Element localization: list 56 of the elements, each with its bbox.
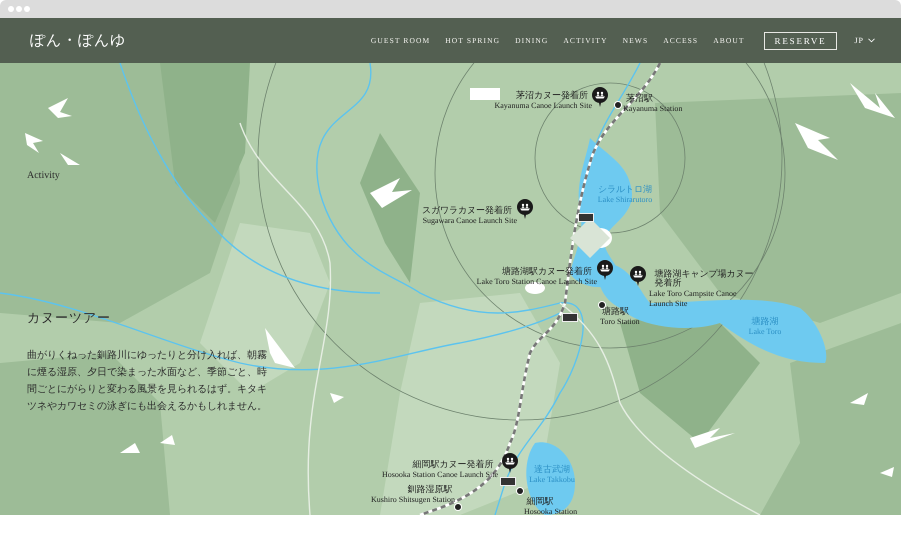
place-name-english: Toro Station [600,317,640,327]
section-label: Activity [27,170,61,181]
bird-icon [120,443,140,453]
place-name: 釧路湿原駅 [408,486,452,494]
canoe-pin-icon[interactable] [592,87,608,107]
bird-icon [795,123,838,160]
route-sign-icon [562,313,578,322]
place-name-english: Hosooka Station [524,507,578,515]
place-name: 塘路湖 [752,318,778,326]
window-dots-icon [8,6,30,12]
bird-icon [160,435,175,445]
place-name: 細岡駅 [526,498,555,506]
place-name-english: Lake Toro Campsite Canoe Launch Site [649,289,738,309]
bird-icon [850,393,868,405]
bird-icon [48,98,72,118]
bird-icon [370,178,412,208]
place-name: 茅沼カヌー発着所 [516,92,588,100]
station-marker-icon [599,302,605,308]
reserve-button[interactable]: RESERVE [764,32,838,50]
place-name: 達古武湖 [534,466,570,474]
place-name: 茅沼駅 [626,94,654,104]
place-name-english: Lake Toro Station Canoe Launch Site [476,277,597,287]
place-name: 塘路湖駅カヌー発着所 [502,268,592,276]
route-sign-icon [578,213,594,222]
place-name-english: Lake Takkobu [529,475,575,485]
place-name-english: Lake Toro [748,327,782,337]
building-icon [470,88,500,100]
place-name: スガワラカヌー発着所 [422,206,512,216]
bird-icon [330,393,344,403]
canoe-pin-icon[interactable] [597,260,613,280]
caret-icon [868,38,875,43]
place-name: 細岡駅カヌー発着所 [412,460,494,470]
place-name-english: Lake Shirarutoro [598,195,652,205]
station-marker-icon [455,504,461,510]
canoe-pin-icon[interactable] [502,453,518,473]
place-name-english: Kayanuma Station [623,104,682,114]
logo[interactable]: ぽん・ぽんゆ [30,31,126,50]
place-name-english: Hosooka Station Canoe Launch Site [382,470,498,480]
bird-icon [850,83,895,118]
place-name: シラルトロ湖 [598,186,652,194]
place-name: 塘路駅 [602,308,630,316]
language-selector[interactable]: JP [854,36,875,45]
station-marker-icon [615,102,621,108]
place-name-english: Kayanuma Canoe Launch Site [494,101,592,111]
place-name-english: Kushiro Shitsugen Station [370,495,455,505]
canoe-pin-icon[interactable] [517,199,533,219]
bird-icon [25,133,43,153]
place-name: 塘路湖キャンプ場カヌー発着所 [654,270,754,288]
bird-icon [880,467,894,477]
route-sign-icon [500,477,516,486]
bird-icon [60,153,80,165]
bird-icon [690,428,735,448]
place-name-english: Sugawara Canoe Launch Site [422,216,517,226]
station-marker-icon [517,488,523,494]
canoe-pin-icon[interactable] [630,266,646,286]
section-title: カヌーツアー [27,310,112,327]
